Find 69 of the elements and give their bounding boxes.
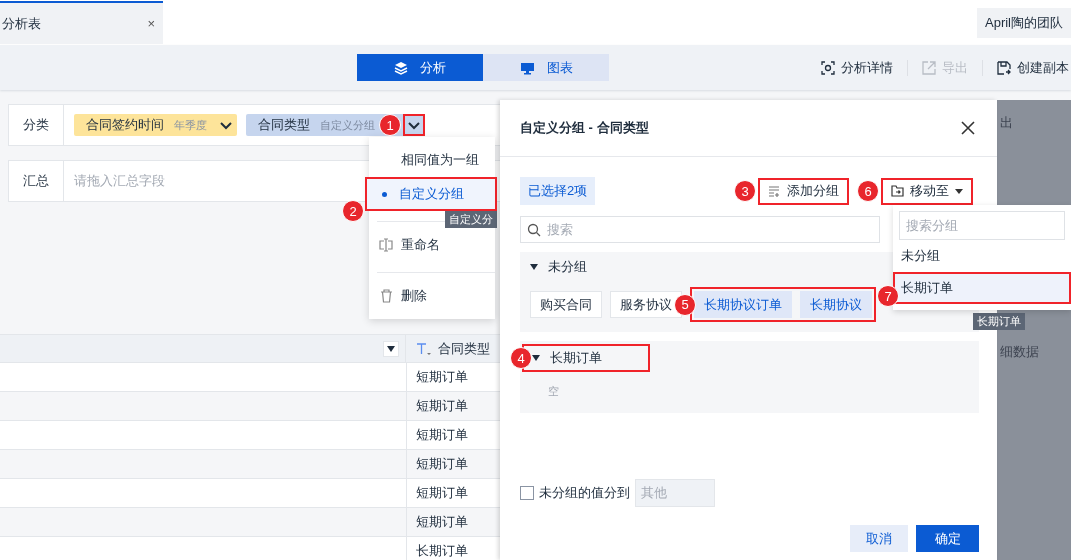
group-header[interactable]: 未分组 (530, 255, 597, 279)
checkbox-label: 未分组的值分到 (539, 484, 630, 502)
caret-icon (530, 264, 538, 270)
menu-item[interactable]: 相同值为一组 (369, 143, 495, 177)
add-list-icon (768, 184, 781, 198)
move-to-button[interactable]: 移动至 (881, 177, 973, 205)
layers-icon (394, 60, 408, 75)
menu-item[interactable]: 删除 (369, 279, 495, 313)
view-tab[interactable]: 分析 (357, 54, 483, 81)
search-icon (527, 222, 541, 237)
value-chip[interactable]: 服务协议 (610, 291, 682, 318)
view-tab[interactable]: 图表 (483, 54, 609, 81)
rename-icon (379, 238, 393, 252)
monitor-icon (519, 60, 535, 75)
value-chip[interactable]: 购买合同 (530, 291, 602, 318)
menu-item[interactable]: 未分组 (893, 240, 1071, 272)
toolbar-button[interactable]: 分析详情 (821, 55, 893, 80)
text-type-icon (416, 341, 432, 356)
folder-icon (891, 185, 904, 197)
menu-item[interactable]: 长期订单 (893, 272, 1071, 304)
tab-label: 细数据 (1000, 343, 1039, 361)
checkbox[interactable] (520, 486, 534, 500)
close-icon[interactable] (961, 121, 975, 135)
step-marker: 1 (379, 114, 401, 136)
toolbar-label: 出 (1000, 114, 1013, 132)
tag-name: 合同签约时间 (86, 116, 164, 134)
table-cell-text: 短期订单 (415, 397, 468, 415)
scan-icon (821, 60, 835, 75)
dropdown-icon[interactable] (383, 340, 399, 357)
selection-count: 已选择2项 (520, 177, 596, 205)
chevron-icon[interactable] (405, 116, 423, 134)
empty-text: 空 (548, 384, 560, 399)
value-chip[interactable]: 长期协议 (800, 291, 872, 318)
caret-icon (955, 188, 963, 194)
step-marker: 4 (510, 347, 532, 369)
selected-dot-icon (381, 191, 387, 197)
table-cell-text: 短期订单 (415, 368, 468, 386)
step-marker: 3 (734, 180, 756, 202)
table-cell-text: 长期订单 (415, 542, 468, 560)
dialog-title: 自定义分组 - 合同类型 (520, 119, 649, 137)
toolbar-button[interactable]: 创建副本 (997, 55, 1069, 80)
save-icon (997, 60, 1011, 75)
tooltip: 长期订单 (973, 313, 1025, 330)
row-label: 分类 (9, 105, 64, 145)
table-cell-text: 短期订单 (415, 426, 468, 444)
step-marker: 6 (857, 180, 879, 202)
table-cell-text: 短期订单 (415, 513, 468, 531)
export-icon (922, 60, 936, 75)
menu-item[interactable]: 自定义分组 (365, 177, 497, 211)
tab-title: 分析表 (2, 14, 41, 33)
column-header[interactable]: 合同类型 (406, 335, 490, 362)
field-tag[interactable]: 合同签约时间 年季度 (74, 114, 237, 136)
confirm-button[interactable]: 确定 (916, 525, 979, 552)
add-group-button[interactable]: 添加分组 (758, 177, 849, 205)
table-cell-text: 短期订单 (415, 455, 468, 473)
field-tag[interactable]: 合同类型 自定义分组 1 (246, 114, 425, 136)
document-tab[interactable]: 分析表 × (0, 1, 163, 44)
value-chip[interactable]: 长期协议订单 (694, 291, 792, 318)
team-button[interactable]: April陶的团队 (977, 7, 1071, 38)
tooltip: 自定义分 (445, 211, 497, 228)
tag-detail: 自定义分组 (320, 117, 375, 133)
trash-icon (379, 289, 393, 303)
tab-close-button[interactable]: × (147, 16, 155, 31)
menu-item[interactable]: 重命名 (369, 228, 495, 262)
tag-detail: 年季度 (174, 117, 207, 133)
cancel-button[interactable]: 取消 (850, 525, 908, 552)
table-cell-text: 短期订单 (415, 484, 468, 502)
step-marker: 2 (342, 200, 364, 222)
tag-name: 合同类型 (258, 116, 310, 134)
